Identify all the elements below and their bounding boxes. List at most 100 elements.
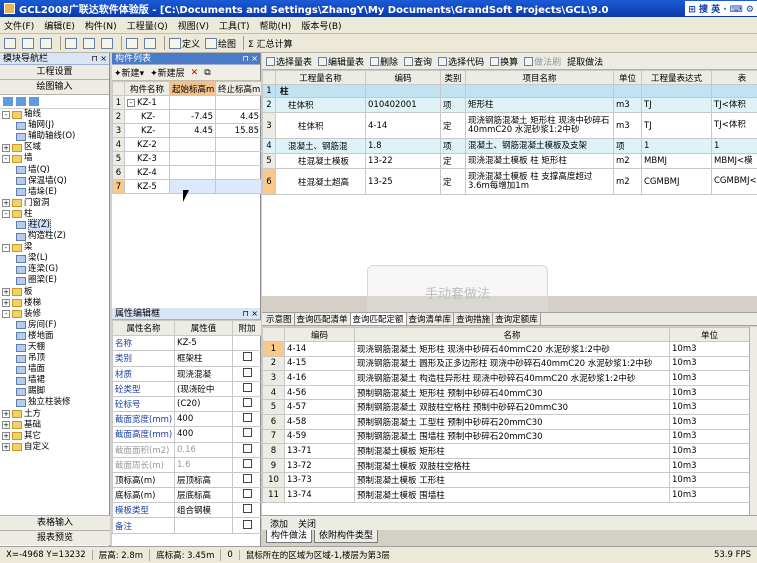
expander-icon[interactable]: - [127,98,135,107]
query-tab[interactable]: 查询匹配定额 [350,313,407,325]
end-elev-cell[interactable] [215,179,262,194]
cell-code[interactable]: 13-73 [284,472,355,488]
tree-item[interactable]: 墙垛(E) [2,187,109,198]
cell-expr[interactable]: TJ [641,112,712,139]
attach-checkbox[interactable] [242,504,252,514]
property-value[interactable]: 1.6 [174,456,233,473]
menu-item[interactable]: 工程量(Q) [127,19,168,32]
project-settings-button[interactable]: 工程设置 [0,65,109,80]
cell-expr[interactable] [641,84,712,98]
query-tab[interactable]: 查询措施 [454,313,494,325]
col-header[interactable]: 名称 [354,327,670,342]
property-row[interactable]: 名称 KZ-5 [112,335,262,352]
query-tab[interactable]: 查询匹配清单 [295,313,351,325]
table-row[interactable]: 2 4-15 现浇钢筋混凝土 圆形及正多边形柱 现浇中砂碎石40mmC20 水泥砂浆… [262,355,749,372]
tree-item[interactable]: 踢脚 [2,386,109,397]
cell-item[interactable]: 现浇混凝土模板 柱 矩形柱 [465,153,614,169]
property-value[interactable]: (现浇砼中 [174,380,233,397]
col-header[interactable]: 类别 [440,70,466,85]
property-row[interactable]: 底标高(m) 层底标高 [112,487,262,504]
cell-name[interactable]: 柱 [275,84,366,98]
redo-button[interactable] [143,36,158,51]
table-row[interactable]: 4 KZ-2 [112,137,262,152]
tree-item[interactable]: + 土方 [2,409,109,420]
cell-code[interactable]: 4-15 [284,355,355,372]
attach-checkbox[interactable] [242,489,252,499]
filter-icon[interactable] [3,97,13,106]
property-row[interactable]: 砼类型 (现浇砼中 [112,380,262,397]
tree-item[interactable]: + 楼梯 [2,298,109,309]
property-value[interactable]: 400 [174,411,233,428]
start-elev-cell[interactable] [169,95,216,110]
table-row[interactable]: 10 13-73 预制混凝土模板 工形柱 10m3 [262,472,749,488]
calc-button[interactable]: Σ 汇总计算 [247,36,294,51]
property-row[interactable]: 截面面积(m2) 0.16 [112,441,262,458]
cell-item[interactable] [465,84,614,98]
attach-checkbox[interactable] [242,398,252,408]
property-value[interactable] [174,517,233,534]
new-file-button[interactable] [3,36,18,51]
expander-icon[interactable]: - [2,243,10,252]
cell-more[interactable]: CGMBMJ<超 [711,168,757,195]
component-name-cell[interactable]: KZ-5 [124,179,170,194]
expander-icon[interactable]: - [2,310,10,319]
tree-item[interactable]: + 其它 [2,431,109,442]
cell-expr[interactable]: 1 [641,138,712,154]
rtool-button-0[interactable]: 选择量表 [265,54,313,69]
pin-close-icon[interactable]: ⊓ × [243,53,259,65]
table-row[interactable]: 9 13-72 预制混凝土模板 双肢柱空格柱 10m3 [262,457,749,474]
property-row[interactable]: 类别 框架柱 [112,350,262,367]
cell-unit[interactable]: 10m3 [669,486,749,503]
table-row[interactable]: 1柱 [262,84,757,98]
cell-code[interactable]: 4-58 [284,413,355,430]
expander-icon[interactable]: + [2,432,10,441]
table-row[interactable]: 3 KZ- 4.45 15.85 [112,123,262,138]
draw-input-button[interactable]: 绘图输入 [0,80,109,95]
attach-checkbox[interactable] [242,382,252,392]
tree-item[interactable]: + 基础 [2,420,109,431]
cell-unit[interactable] [613,84,642,98]
attach-checkbox[interactable] [242,458,252,468]
rtool-button-5[interactable]: 换算 [489,54,519,69]
tree-item[interactable]: + 自定义 [2,442,109,453]
property-value[interactable]: 现浇混凝 [174,365,233,382]
define-button[interactable]: 定义 [168,36,201,51]
tree-item[interactable]: 轴网(J) [2,120,109,131]
cell-item[interactable]: 矩形柱 [465,97,614,113]
new-layer-button[interactable]: ✦新建层 [150,66,185,79]
expander-icon[interactable]: + [2,410,10,419]
tree-item[interactable]: 构造柱(Z) [2,231,109,242]
end-elev-cell[interactable] [215,137,262,152]
tree-item[interactable]: + 区域 [2,142,109,153]
table-row[interactable]: 7 4-59 预制钢筋混凝土 围墙柱 预制中砂碎石20mmC30 10m3 [262,428,749,445]
table-row[interactable]: 11 13-74 预制混凝土模板 围墙柱 10m3 [262,486,749,503]
cell-name[interactable]: 混凝土、钢筋混 [275,138,366,154]
table-row[interactable]: 4 4-56 预制钢筋混凝土 矩形柱 预制中砂碎石40mmC30 10m3 [262,384,749,401]
tree-item[interactable]: 柱(Z) [2,218,109,232]
col-header[interactable]: 终止标高m [215,81,262,96]
property-row[interactable]: 顶标高(m) 层顶标高 [112,471,262,489]
cell-name[interactable]: 现浇钢筋混凝土 矩形柱 现浇中砂碎石40mmC20 水泥砂浆1:2中砂 [354,341,670,357]
rtool-button-7[interactable]: 提取做法 [566,54,604,69]
start-elev-cell[interactable]: -7.45 [169,109,216,124]
cell-unit[interactable]: 10m3 [669,399,749,415]
query-tab[interactable]: 查询定额库 [493,313,541,325]
table-row[interactable]: 4 混凝土、钢筋混 1.8 项混凝土、钢筋混凝土模板及支架项 1 1 [262,138,757,154]
component-name-cell[interactable]: KZ- [124,123,170,138]
start-elev-cell[interactable] [169,137,216,152]
cell-code[interactable]: 13-71 [284,443,355,459]
col-header[interactable]: 单位 [613,70,642,85]
table-row[interactable]: 6 KZ-4 [112,165,262,180]
tree-item[interactable]: 圈梁(E) [2,275,109,286]
menu-item[interactable]: 编辑(E) [44,19,75,32]
col-header[interactable]: 构件名称 [124,81,170,96]
cell-code[interactable]: 13-22 [365,153,441,169]
collapse-icon[interactable] [29,97,39,106]
table-row[interactable]: 6 4-58 预制钢筋混凝土 工型柱 预制中砂碎石20mmC30 10m3 [262,413,749,430]
add-button[interactable]: 添加 [270,517,288,530]
attach-checkbox[interactable] [242,519,252,529]
menu-item[interactable]: 工具(T) [219,19,250,32]
expander-icon[interactable]: + [2,443,10,452]
attach-checkbox[interactable] [242,473,252,483]
tab-component-method[interactable]: 构件做法 [266,530,313,543]
